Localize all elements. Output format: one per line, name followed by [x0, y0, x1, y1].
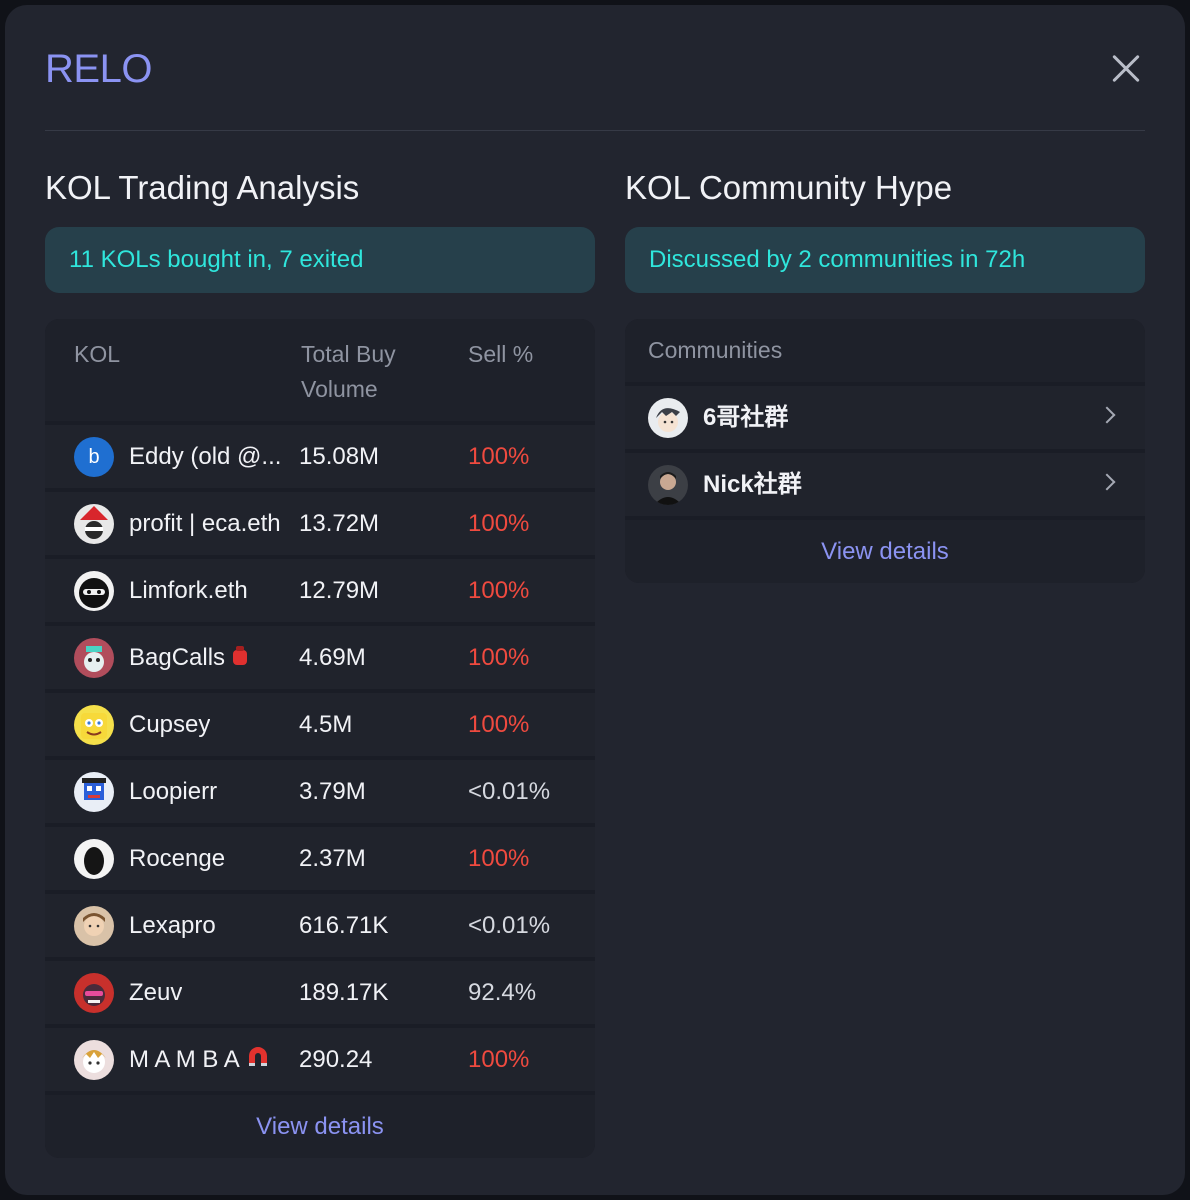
sell-percent: <0.01% — [468, 912, 551, 939]
trading-heading: KOL Trading Analysis — [45, 169, 360, 206]
chevron-right-icon — [1098, 473, 1116, 491]
community-table: Communities 6哥社群 Nick社群 View details — [625, 319, 1145, 583]
community-name: Nick社群 — [703, 471, 802, 498]
letter-b-avatar: b — [74, 437, 114, 477]
total-buy-volume: 13.72M — [299, 510, 380, 537]
kol-trading-table: KOL Total Buy Volume Sell % b Eddy (old … — [45, 319, 595, 1158]
community-row[interactable]: Nick社群 — [625, 453, 1145, 516]
total-buy-volume: 4.5M — [299, 711, 353, 738]
magnet-emoji — [246, 1029, 270, 1092]
sponge-avatar — [74, 705, 114, 745]
kol-name[interactable]: Rocenge — [129, 827, 225, 890]
sell-percent: 100% — [468, 510, 530, 537]
total-buy-volume: 189.17K — [299, 979, 389, 1006]
token-modal: RELO KOL Trading Analysis 11 KOLs bought… — [5, 5, 1185, 1195]
table-row[interactable]: b Eddy (old @... 15.08M 100% — [45, 425, 595, 488]
community-table-header: Communities — [625, 319, 1145, 382]
ninja-avatar — [74, 571, 114, 611]
total-buy-volume: 4.69M — [299, 644, 366, 671]
table-row[interactable]: Limfork.eth 12.79M 100% — [45, 559, 595, 622]
trading-summary-banner: 11 KOLs bought in, 7 exited — [45, 227, 595, 293]
table-row[interactable]: profit | eca.eth 13.72M 100% — [45, 492, 595, 555]
man-portrait-avatar — [648, 465, 688, 505]
table-header: KOL Total Buy Volume Sell % — [45, 319, 595, 421]
kol-name[interactable]: M A M B A — [129, 1028, 270, 1092]
table-row[interactable]: M A M B A 290.24 100% — [45, 1028, 595, 1091]
anime-avatar — [74, 1040, 114, 1080]
total-buy-volume: 2.37M — [299, 845, 366, 872]
table-row[interactable]: Loopierr 3.79M <0.01% — [45, 760, 595, 823]
portrait-avatar — [74, 906, 114, 946]
kol-name[interactable]: Zeuv — [129, 961, 182, 1024]
anime-boy-avatar — [648, 398, 688, 438]
cartoon-avatar — [74, 638, 114, 678]
sell-percent: 100% — [468, 1046, 530, 1073]
column-header-volume: Total Buy Volume — [301, 337, 396, 407]
total-buy-volume: 290.24 — [299, 1046, 373, 1073]
table-row[interactable]: Zeuv 189.17K 92.4% — [45, 961, 595, 1024]
sell-percent: 100% — [468, 644, 530, 671]
sell-percent: 100% — [468, 443, 530, 470]
sell-percent: <0.01% — [468, 778, 551, 805]
kol-name[interactable]: Limfork.eth — [129, 559, 248, 622]
total-buy-volume: 15.08M — [299, 443, 380, 470]
pixel-avatar — [74, 772, 114, 812]
kol-name[interactable]: BagCalls — [129, 626, 249, 690]
column-header-sell: Sell % — [468, 341, 534, 367]
dark-silhouette-avatar — [74, 839, 114, 879]
kol-name-text: BagCalls — [129, 644, 226, 671]
kol-name[interactable]: Lexapro — [129, 894, 216, 957]
total-buy-volume: 3.79M — [299, 778, 366, 805]
table-row[interactable]: Cupsey 4.5M 100% — [45, 693, 595, 756]
santa-hat-avatar — [74, 504, 114, 544]
total-buy-volume: 12.79M — [299, 577, 380, 604]
sell-percent: 100% — [468, 577, 530, 604]
community-row[interactable]: 6哥社群 — [625, 386, 1145, 449]
chevron-right-icon — [1098, 406, 1116, 424]
column-header-communities: Communities — [648, 337, 783, 363]
column-header-volume-line2: Volume — [301, 376, 378, 402]
red-cartoon-avatar — [74, 973, 114, 1013]
red-bag-emoji — [231, 627, 249, 690]
sell-percent: 100% — [468, 711, 530, 738]
modal-header: RELO — [45, 45, 1145, 131]
sell-percent: 100% — [468, 845, 530, 872]
column-header-kol: KOL — [74, 341, 121, 367]
close-icon[interactable] — [1105, 49, 1145, 89]
table-row[interactable]: Rocenge 2.37M 100% — [45, 827, 595, 890]
community-name: 6哥社群 — [703, 404, 789, 431]
community-summary-banner: Discussed by 2 communities in 72h — [625, 227, 1145, 293]
table-row[interactable]: Lexapro 616.71K <0.01% — [45, 894, 595, 957]
kol-name[interactable]: Loopierr — [129, 760, 217, 823]
kol-name[interactable]: Cupsey — [129, 693, 210, 756]
column-header-volume-line1: Total Buy — [301, 341, 396, 367]
avatar-letter: b — [88, 445, 100, 468]
kol-name[interactable]: Eddy (old @... — [129, 425, 281, 488]
kol-name[interactable]: profit | eca.eth — [129, 492, 281, 555]
kol-name-text: M A M B A — [129, 1046, 240, 1073]
modal-title: RELO — [45, 47, 152, 91]
community-view-details-link[interactable]: View details — [625, 520, 1145, 583]
trading-view-details-link[interactable]: View details — [45, 1095, 595, 1158]
community-heading: KOL Community Hype — [625, 169, 953, 206]
sell-percent: 92.4% — [468, 979, 537, 1006]
total-buy-volume: 616.71K — [299, 912, 389, 939]
table-row[interactable]: BagCalls 4.69M 100% — [45, 626, 595, 689]
